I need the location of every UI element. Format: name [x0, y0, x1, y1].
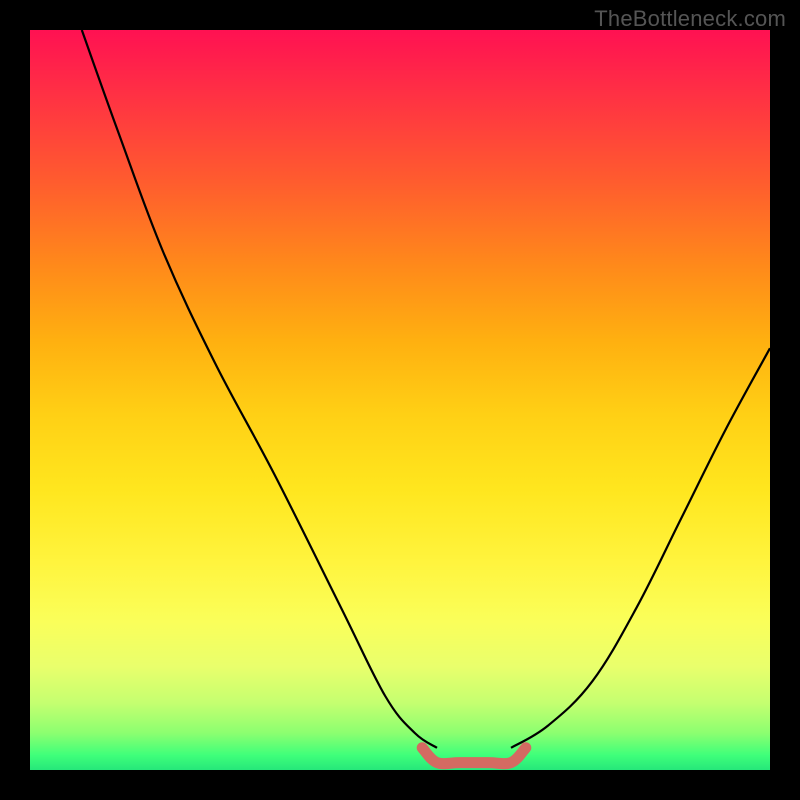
- left-curve-path: [82, 30, 437, 748]
- watermark-text: TheBottleneck.com: [594, 6, 786, 32]
- bottom-bracket-path: [422, 748, 526, 764]
- chart-svg: [30, 30, 770, 770]
- right-curve-path: [511, 348, 770, 748]
- chart-plot-area: [30, 30, 770, 770]
